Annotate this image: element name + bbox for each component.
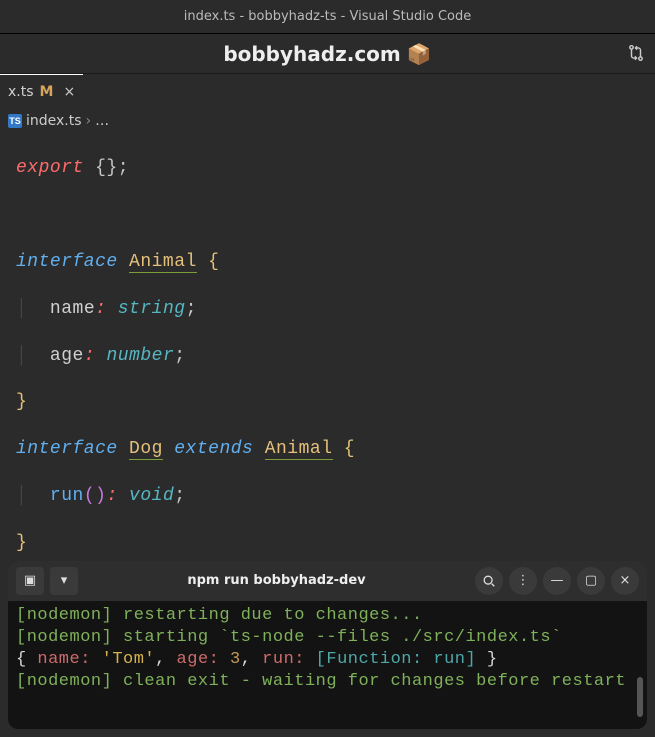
scrollbar-thumb[interactable] (637, 677, 643, 717)
site-label: bobbyhadz.com 📦 (223, 42, 431, 66)
terminal-header: ▣ ▾ npm run bobbyhadz-dev ⋮ — ▢ × (8, 561, 647, 601)
code-line (16, 204, 639, 227)
terminal-line: [nodemon] clean exit - waiting for chang… (16, 671, 639, 693)
code-line: │ run(): void; (16, 485, 639, 508)
code-line: interface Animal { (16, 251, 639, 274)
tab-modified-badge: M (40, 84, 54, 100)
code-line: interface Dog extends Animal { (16, 438, 639, 461)
title-bar: index.ts - bobbyhadz-ts - Visual Studio … (0, 0, 655, 34)
tab-bar: x.ts M × (0, 74, 655, 108)
code-editor[interactable]: export {}; interface Animal { │ name: st… (0, 134, 655, 553)
terminal-output[interactable]: [nodemon] restarting due to changes... [… (8, 601, 647, 729)
dropdown-button[interactable]: ▾ (50, 567, 78, 595)
terminal-title: npm run bobbyhadz-dev (84, 573, 469, 588)
site-name: bobbyhadz.com (223, 42, 400, 66)
breadcrumb-file: index.ts (26, 113, 82, 129)
maximize-icon[interactable]: ▢ (577, 567, 605, 595)
code-line: } (16, 532, 639, 553)
breadcrumb[interactable]: TS index.ts › … (0, 108, 655, 134)
git-compare-icon[interactable] (627, 44, 645, 68)
code-line: export {}; (16, 157, 639, 180)
minimize-icon[interactable]: — (543, 567, 571, 595)
code-line: } (16, 391, 639, 414)
kebab-menu-icon[interactable]: ⋮ (509, 567, 537, 595)
cube-icon: 📦 (407, 42, 432, 66)
terminal-line: { name: 'Tom', age: 3, run: [Function: r… (16, 649, 639, 671)
terminal-line: [nodemon] restarting due to changes... (16, 605, 639, 627)
site-header: bobbyhadz.com 📦 (0, 34, 655, 74)
terminal-line: [nodemon] starting `ts-node --files ./sr… (16, 627, 639, 649)
code-line: │ name: string; (16, 298, 639, 321)
breadcrumb-ellipsis: … (95, 113, 109, 129)
editor-tab[interactable]: x.ts M × (0, 74, 83, 108)
code-line: │ age: number; (16, 345, 639, 368)
new-tab-button[interactable]: ▣ (16, 567, 44, 595)
tab-close-icon[interactable]: × (63, 84, 75, 100)
chevron-right-icon: › (86, 113, 92, 129)
window-title: index.ts - bobbyhadz-ts - Visual Studio … (184, 9, 472, 24)
tab-filename: x.ts (8, 84, 34, 100)
typescript-icon: TS (8, 114, 22, 128)
close-icon[interactable]: × (611, 567, 639, 595)
terminal-panel: ▣ ▾ npm run bobbyhadz-dev ⋮ — ▢ × [nodem… (8, 561, 647, 729)
search-icon[interactable] (475, 567, 503, 595)
